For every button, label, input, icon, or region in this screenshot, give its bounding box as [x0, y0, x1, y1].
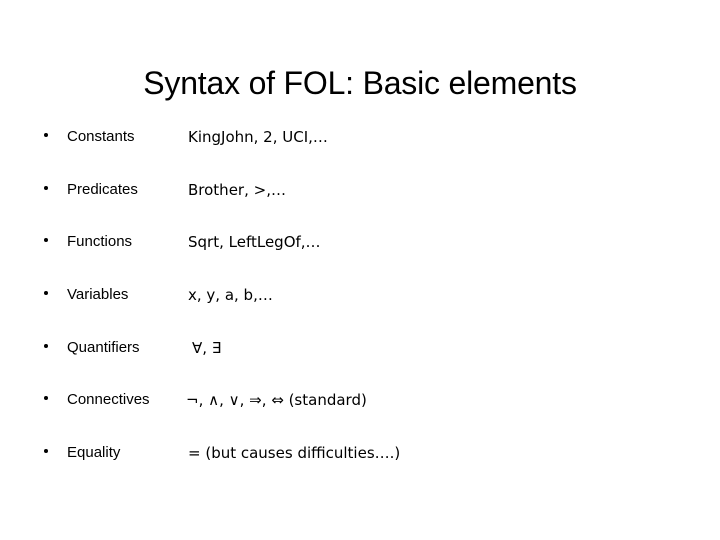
- list-item-value: KingJohn, 2, UCI,…: [188, 128, 328, 146]
- bullet-point-icon: [44, 343, 48, 348]
- list-item[interactable]: Connectives ¬, ∧, ∨, ⇒, ⇔ (standard): [0, 389, 720, 442]
- list-item-label: Connectives: [67, 391, 150, 409]
- bullet-point-icon: [44, 238, 48, 243]
- list-item-label: Functions: [67, 233, 133, 251]
- list-item-label: Quantifiers: [67, 338, 140, 356]
- list-item-value: x, y, a, b,…: [188, 286, 273, 305]
- list-item[interactable]: Quantifiers ∀, ∃: [0, 337, 720, 390]
- list-item-label: Variables: [67, 286, 129, 304]
- list-item[interactable]: Functions Sqrt, LeftLegOf,…: [0, 231, 720, 284]
- list-item-label: Constants: [67, 128, 135, 145]
- list-item-value: Brother, >,…: [188, 180, 286, 199]
- bullet-point-icon: [44, 133, 48, 137]
- page-title: Syntax of FOL: Basic elements: [143, 65, 577, 102]
- list-item-value: ¬, ∧, ∨, ⇒, ⇔ (standard): [186, 391, 367, 410]
- list-item-value: ∀, ∃: [192, 338, 222, 357]
- list-item[interactable]: Equality = (but causes difficulties….): [0, 442, 720, 495]
- bullet-point-icon: [44, 291, 48, 296]
- bullet-point-icon: [44, 396, 48, 401]
- list-item[interactable]: Variables x, y, a, b,…: [0, 284, 720, 337]
- list-item-value: = (but causes difficulties….): [188, 444, 401, 463]
- bullet-list: Constants KingJohn, 2, UCI,… Predicates …: [0, 126, 720, 495]
- list-item-label: Predicates: [67, 180, 138, 198]
- list-item[interactable]: Predicates Brother, >,…: [0, 179, 720, 232]
- bullet-point-icon: [44, 449, 48, 454]
- list-item-value: Sqrt, LeftLegOf,…: [188, 233, 321, 252]
- list-item[interactable]: Constants KingJohn, 2, UCI,…: [0, 126, 720, 179]
- bullet-point-icon: [44, 185, 48, 190]
- slide-canvas: Syntax of FOL: Basic elements Constants …: [0, 0, 720, 540]
- list-item-label: Equality: [67, 444, 121, 462]
